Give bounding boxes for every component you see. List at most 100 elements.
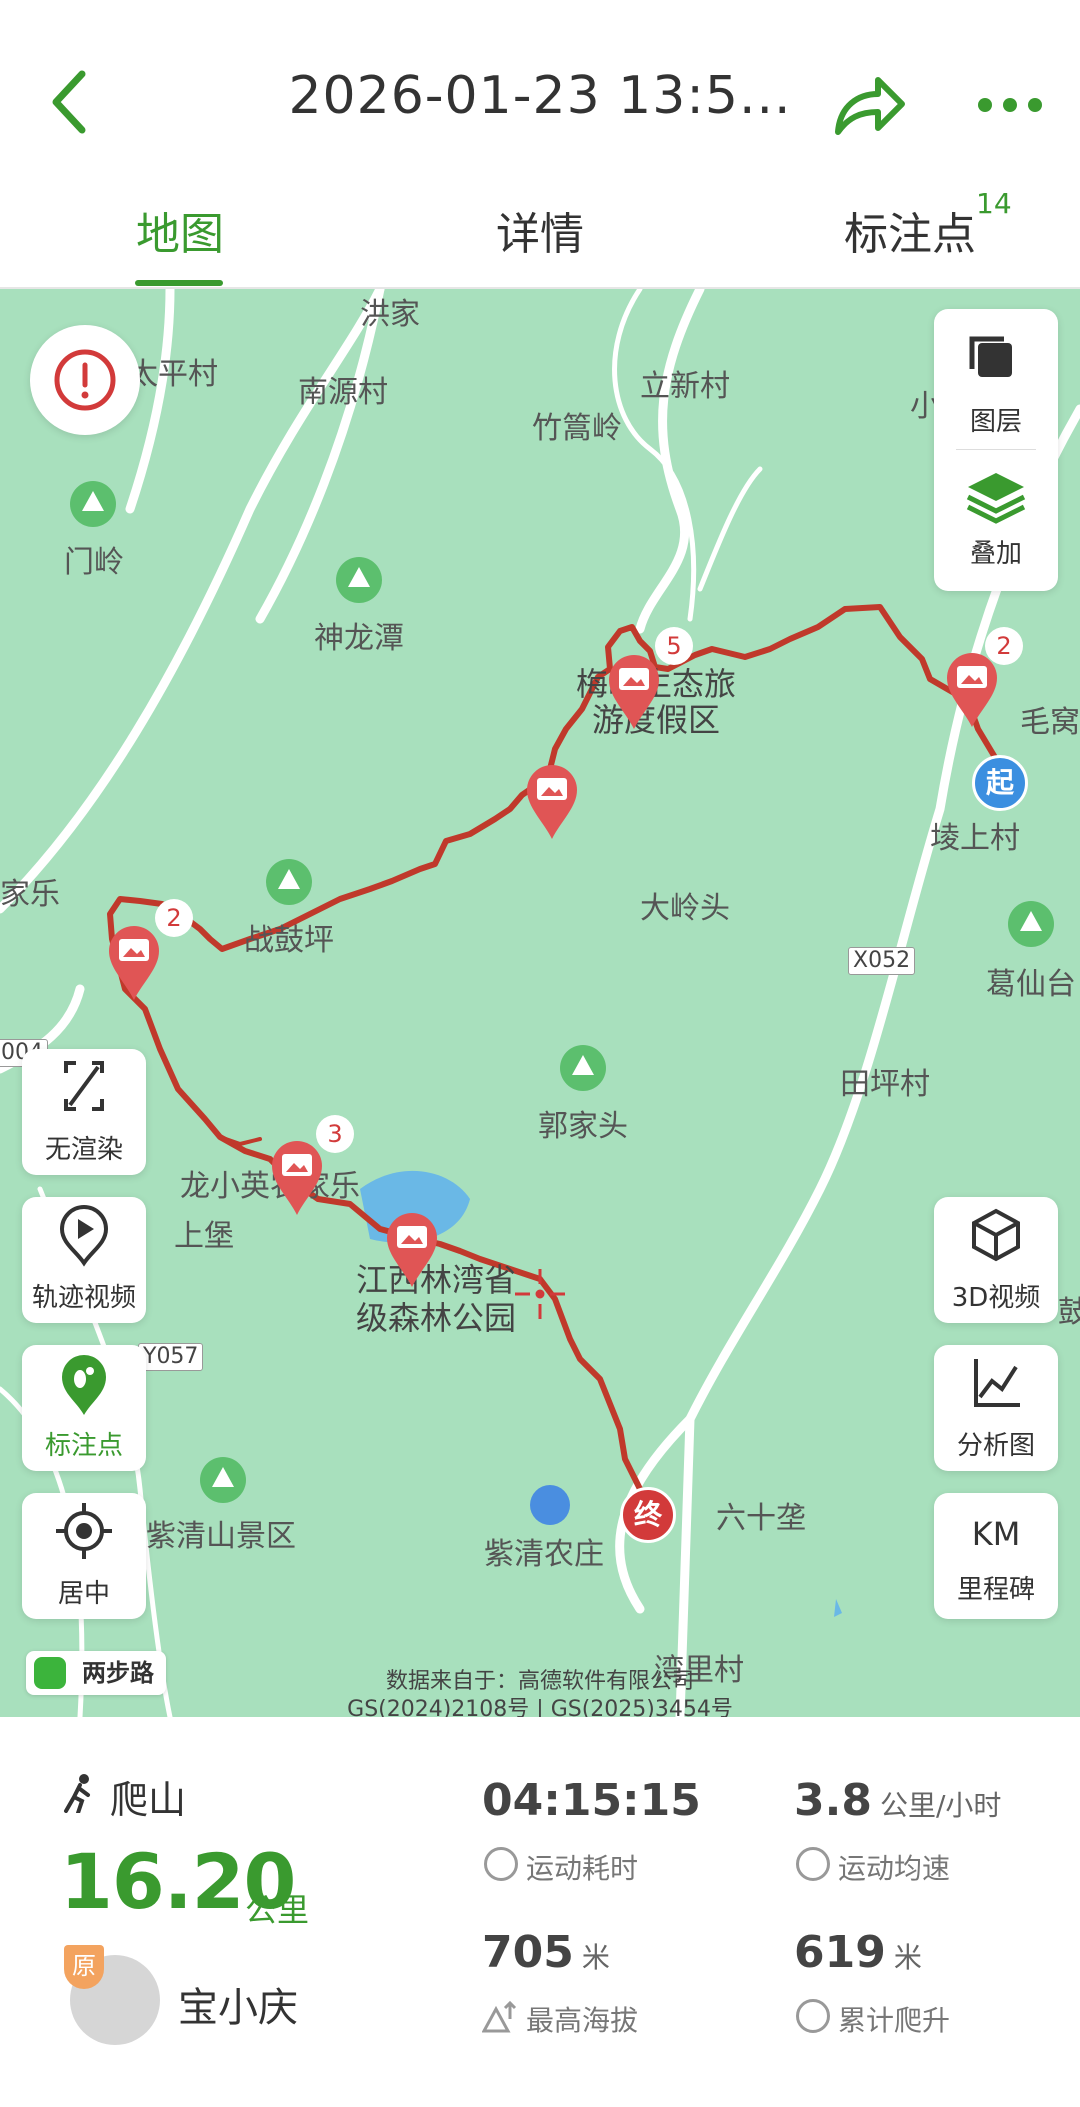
overlay-button[interactable]: 叠加 bbox=[934, 451, 1058, 591]
map-view[interactable]: 洪家 太平村 南源村 立新村 竹篙岭 门岭 神龙潭 梅岭生态旅 游度假区 毛窝 … bbox=[0, 289, 1080, 1717]
sport-type: 爬山 bbox=[110, 1778, 187, 1822]
place-label: 紫清农庄 bbox=[484, 1537, 604, 1572]
no-render-button[interactable]: 无渲染 bbox=[22, 1049, 146, 1175]
place-label: 鼓 bbox=[1058, 1295, 1080, 1330]
distance-unit: 公里 bbox=[245, 1891, 310, 1929]
climb-icon bbox=[796, 1999, 830, 2033]
overlay-stack-icon bbox=[966, 473, 1026, 524]
layer-panel: 图层 叠加 bbox=[934, 309, 1058, 591]
max-altitude-unit: 米 bbox=[581, 1941, 610, 1974]
place-label: 门岭 bbox=[64, 545, 124, 580]
place-label: 南源村 bbox=[298, 375, 388, 410]
photo-marker[interactable] bbox=[605, 651, 663, 735]
photo-pin-icon bbox=[609, 654, 659, 729]
scenic-spot-icon bbox=[266, 859, 312, 905]
expand-icon bbox=[64, 1061, 104, 1111]
photo-marker[interactable] bbox=[268, 1137, 326, 1221]
username[interactable]: 宝小庆 bbox=[178, 1975, 298, 2033]
alert-button[interactable] bbox=[30, 325, 140, 435]
marker-count: 2 bbox=[985, 627, 1023, 665]
footprint-pin-icon bbox=[62, 1355, 106, 1415]
place-label: 战鼓坪 bbox=[244, 923, 334, 958]
track-video-button[interactable]: 轨迹视频 bbox=[22, 1197, 146, 1323]
place-label: 葛仙台 bbox=[986, 967, 1076, 1002]
layers-button[interactable]: 图层 bbox=[934, 309, 1058, 449]
back-button[interactable] bbox=[40, 62, 100, 142]
video-pin-icon bbox=[59, 1205, 109, 1267]
milestone-label: 里程碑 bbox=[956, 1575, 1035, 1605]
layers-icon bbox=[969, 336, 1012, 377]
place-label: 立新村 bbox=[640, 369, 730, 404]
markers-button[interactable]: 标注点 bbox=[22, 1345, 146, 1471]
speedometer-icon bbox=[796, 1847, 830, 1881]
tab-map[interactable]: 地图 bbox=[100, 195, 260, 287]
page-title: 2026-01-23 13:5... bbox=[288, 66, 792, 126]
analysis-button[interactable]: 分析图 bbox=[934, 1345, 1058, 1471]
photo-pin-icon bbox=[109, 925, 159, 1000]
active-tab-indicator bbox=[135, 280, 223, 286]
3d-video-button[interactable]: 3D视频 bbox=[934, 1197, 1058, 1323]
start-marker[interactable]: 起 bbox=[972, 755, 1028, 811]
duration-label: 运动耗时 bbox=[526, 1852, 639, 1885]
chevron-left-icon bbox=[52, 70, 86, 134]
share-button[interactable] bbox=[830, 70, 910, 140]
3d-video-label: 3D视频 bbox=[951, 1283, 1041, 1313]
tab-markers[interactable]: 标注点 14 bbox=[820, 187, 1012, 287]
photo-marker[interactable] bbox=[105, 922, 163, 1006]
place-label: 级森林公园 bbox=[356, 1299, 517, 1337]
photo-pin-icon bbox=[272, 1140, 322, 1215]
center-button[interactable]: 居中 bbox=[22, 1493, 146, 1619]
avg-speed-number: 3.8 bbox=[794, 1775, 872, 1826]
more-button[interactable] bbox=[975, 90, 1045, 120]
scenic-spot-icon bbox=[336, 557, 382, 603]
place-label: 洪家 bbox=[360, 297, 420, 332]
track-video-label: 轨迹视频 bbox=[31, 1283, 136, 1313]
total-climb-unit: 米 bbox=[893, 1941, 922, 1974]
place-label: 堎上村 bbox=[930, 821, 1020, 856]
original-badge: 原 bbox=[64, 1945, 104, 1989]
track-route bbox=[107, 604, 999, 1512]
max-altitude-value: 705 米 bbox=[482, 1927, 610, 1978]
photo-pin-icon bbox=[527, 764, 577, 839]
road-number: Y057 bbox=[138, 1343, 204, 1371]
tab-markers-label: 标注点 bbox=[844, 209, 976, 260]
place-label: 大岭头 bbox=[640, 891, 730, 926]
marker-count: 2 bbox=[155, 899, 193, 937]
place-label: 神龙潭 bbox=[314, 621, 404, 656]
alert-icon bbox=[54, 349, 116, 411]
scenic-spot-icon bbox=[1008, 901, 1054, 947]
photo-marker[interactable] bbox=[523, 761, 581, 845]
place-label: 家乐 bbox=[0, 877, 60, 912]
more-dots-icon bbox=[978, 98, 1042, 112]
place-label: 毛窝 bbox=[1020, 705, 1080, 740]
cube-icon bbox=[972, 1208, 1020, 1262]
tab-bar: 地图 详情 标注点 14 bbox=[0, 187, 1080, 289]
total-climb-number: 619 bbox=[794, 1927, 886, 1978]
road-number: X052 bbox=[848, 947, 916, 975]
marker-count: 3 bbox=[316, 1115, 354, 1153]
avg-speed-value: 3.8 公里/小时 bbox=[794, 1775, 1001, 1826]
center-label: 居中 bbox=[57, 1579, 110, 1609]
scenic-spot-icon bbox=[560, 1045, 606, 1091]
end-marker[interactable]: 终 bbox=[620, 1487, 676, 1543]
analysis-label: 分析图 bbox=[956, 1431, 1035, 1461]
marker-count-badge: 14 bbox=[976, 187, 1012, 220]
divider bbox=[956, 449, 1036, 450]
max-altitude-label: 最高海拔 bbox=[526, 2004, 639, 2037]
duration-value: 04:15:15 bbox=[482, 1775, 701, 1826]
markers-label: 标注点 bbox=[44, 1431, 123, 1461]
scenic-spot-icon bbox=[200, 1457, 246, 1503]
mountain-peak-icon bbox=[482, 2000, 517, 2033]
milestone-button[interactable]: KM 里程碑 bbox=[934, 1493, 1058, 1619]
stats-panel: 爬山 16.20 公里 原 宝小庆 04:15:15 运动耗时 3.8 公里/小时… bbox=[0, 1717, 1080, 2107]
layers-label: 图层 bbox=[969, 407, 1022, 437]
hiking-icon bbox=[64, 1774, 90, 1813]
max-altitude-number: 705 bbox=[482, 1927, 574, 1978]
duration-number: 04:15:15 bbox=[482, 1775, 701, 1826]
avg-speed-unit: 公里/小时 bbox=[879, 1789, 1002, 1822]
no-render-label: 无渲染 bbox=[44, 1135, 123, 1165]
photo-pin-icon bbox=[387, 1212, 437, 1287]
photo-marker[interactable] bbox=[383, 1209, 441, 1293]
tab-details[interactable]: 详情 bbox=[460, 195, 620, 287]
place-label: 竹篙岭 bbox=[532, 411, 622, 446]
